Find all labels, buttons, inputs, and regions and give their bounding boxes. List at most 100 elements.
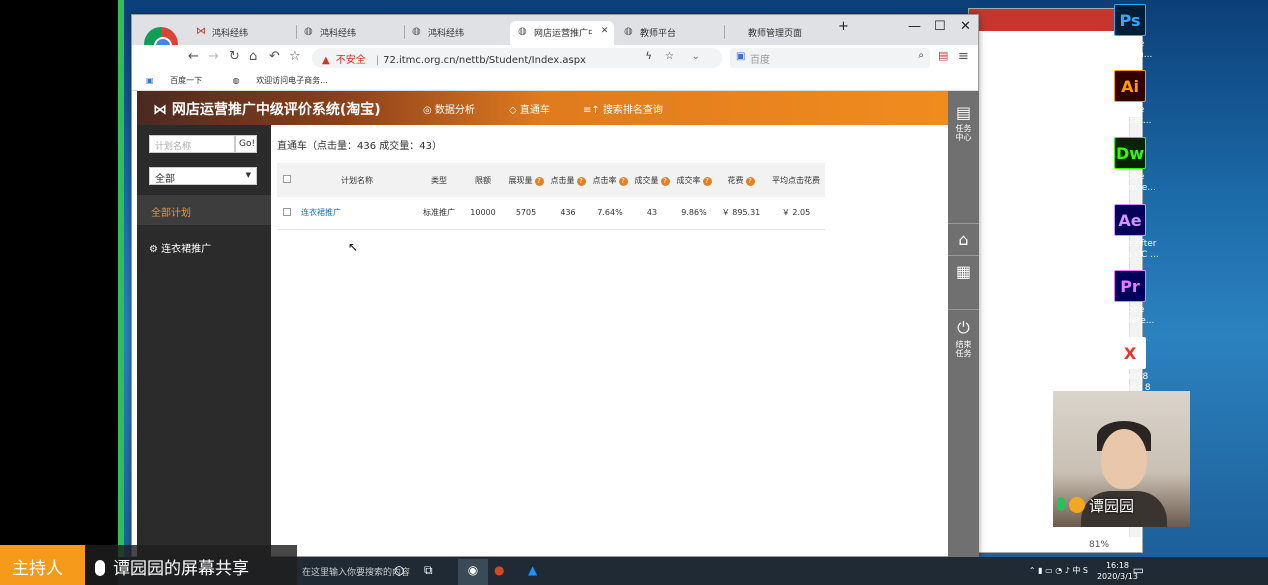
help-icon[interactable]: ?	[576, 176, 586, 186]
presenter-name: 谭园园	[1089, 497, 1135, 515]
illustrator-icon: Ai	[1114, 70, 1146, 102]
zoom-level: 81%	[1089, 540, 1110, 550]
desktop-icon-label: Adobe Illustrat...	[1108, 105, 1152, 126]
plan-filter-select[interactable]: 全部 ▼	[149, 167, 257, 185]
app-title-text: 网店运营推广中级评价系统(淘宝)	[171, 102, 381, 118]
powerpoint-taskbar-icon[interactable]: ●	[494, 563, 504, 577]
app-title: ⋈ 网店运营推广中级评价系统(淘宝)	[153, 99, 381, 119]
tab-label: 鸿科经纬	[320, 29, 357, 39]
help-icon[interactable]: ?	[618, 176, 628, 186]
undo-icon[interactable]: ↶	[269, 49, 280, 64]
home-button[interactable]: ⌂	[948, 223, 979, 249]
desktop-icon-illustrator[interactable]: Ai Adobe Illustrat...	[1098, 70, 1162, 127]
desktop-icon-label: Adobe Dreamwe...	[1104, 172, 1156, 193]
table-header-row: 计划名称 类型 限额 展现量? 点击量? 点击率? 成交量? 成交率? 花费? …	[277, 163, 825, 197]
minimize-button[interactable]: —	[908, 19, 921, 34]
close-window-button[interactable]: ✕	[960, 19, 971, 34]
col-limit: 限额	[461, 163, 505, 197]
nav-search-ranking[interactable]: ≡↑ 搜索排名查询	[583, 101, 663, 116]
desktop-icon-after-effects[interactable]: Ae Adobe After Effects CC ...	[1098, 204, 1162, 261]
page-summary: 直通车（点击量：436 成交量：43）	[277, 141, 442, 152]
col-label: 成交率	[676, 175, 701, 185]
desktop-icon-dreamweaver[interactable]: Dw Adobe Dreamwe...	[1098, 137, 1162, 194]
col-label: 花费	[727, 175, 744, 185]
deals-cell: 43	[631, 197, 673, 230]
desktop-icon-xmind[interactable]: X XMind 8 Update 8	[1098, 337, 1162, 394]
nav-through-train[interactable]: ◇ 直通车	[495, 101, 560, 130]
system-tray[interactable]: ⌃ ▮ ▭ ◔ ♪ 中 S	[1029, 565, 1088, 576]
main-content: 直通车（点击量：436 成交量：43） 计划名称 类型 限额 展现量? 点击量?…	[277, 127, 947, 555]
help-icon[interactable]: ?	[534, 176, 544, 186]
go-button[interactable]: Go!	[235, 135, 257, 153]
search-icon[interactable]: ⌕	[918, 50, 924, 61]
col-plan-name: 计划名称	[297, 163, 417, 197]
bookmark-star-icon[interactable]: ☆	[665, 51, 674, 62]
row-checkbox[interactable]	[277, 197, 297, 230]
globe-icon: ◍	[624, 26, 633, 37]
help-icon[interactable]: ?	[660, 176, 670, 186]
tab-2[interactable]: ◍ 鸿科经纬	[296, 21, 400, 45]
url-text: 72.itmc.org.cn/nettb/Student/Index.aspx	[383, 55, 586, 66]
plan-search-input[interactable]: 计划名称	[149, 135, 235, 153]
filter-value: 全部	[155, 174, 175, 185]
mouse-cursor-icon: ↖	[348, 240, 359, 254]
plan-name-link[interactable]: 连衣裙推广	[301, 208, 341, 217]
col-label: 成交量	[634, 175, 659, 185]
close-tab-icon[interactable]: ✕	[601, 26, 609, 36]
bookmark-baidu[interactable]: ▣ 百度一下	[146, 76, 216, 85]
select-all-checkbox[interactable]	[277, 163, 297, 197]
tag-icon: ◇	[509, 105, 520, 116]
task-view-icon[interactable]: ⧉	[424, 563, 433, 578]
ctr-cell: 7.64%	[589, 197, 631, 230]
star-icon[interactable]: ☆	[289, 49, 301, 64]
conversion-cell: 9.86%	[673, 197, 715, 230]
tab-3[interactable]: ◍ 鸿科经纬	[404, 21, 508, 45]
chevron-down-icon: ▼	[245, 171, 251, 179]
new-tab-button[interactable]: +	[838, 19, 849, 34]
flash-icon[interactable]: ϟ	[645, 51, 652, 62]
premiere-icon: Pr	[1114, 270, 1146, 302]
chrome-taskbar-icon[interactable]: ◉	[458, 559, 488, 585]
sidebar-item-all-plans[interactable]: 全部计划	[137, 195, 271, 225]
limit-cell: 10000	[461, 197, 505, 230]
tab-5[interactable]: ◍ 教师平台	[616, 21, 720, 45]
home-icon[interactable]: ⌂	[249, 49, 257, 64]
reload-icon[interactable]: ↻	[229, 49, 240, 64]
paw-icon: ▣	[736, 51, 746, 62]
address-bar[interactable]: ▲ 不安全 | 72.itmc.org.cn/nettb/Student/Index.…	[312, 48, 722, 68]
host-badge: 主持人	[0, 545, 85, 585]
screen-share-label: 谭园园的屏幕共享	[85, 545, 297, 585]
col-label: 展现量	[508, 175, 533, 185]
paw-icon: ▣	[146, 76, 157, 85]
type-cell: 标准推广	[417, 197, 461, 230]
help-icon[interactable]: ?	[702, 176, 712, 186]
document-button[interactable]: ▦	[948, 255, 979, 281]
extension-icon[interactable]: ▤	[938, 49, 948, 62]
desktop-icon-premiere[interactable]: Pr Adobe Premiere...	[1098, 270, 1162, 327]
col-label: 点击率	[592, 175, 617, 185]
meeting-taskbar-icon[interactable]: ▲	[528, 563, 537, 577]
search-engine-box[interactable]: ▣ 百度 ⌕	[730, 48, 930, 68]
tab-active[interactable]: ◍ 网店运营推广中级 ✕	[510, 21, 614, 45]
notification-icon[interactable]: ▭	[1133, 563, 1144, 577]
chevron-down-icon[interactable]: ⌄	[692, 51, 700, 62]
cortana-icon[interactable]: ○	[394, 563, 404, 577]
task-center-button[interactable]: ▤ 任务中心	[948, 103, 979, 142]
nav-data-analysis[interactable]: ◎ 数据分析	[423, 101, 475, 116]
nav-label: 搜索排名查询	[602, 105, 663, 116]
maximize-button[interactable]: ☐	[934, 19, 946, 34]
desktop-icon-photoshop[interactable]: Ps Adobe Photosh...	[1098, 4, 1162, 61]
sidebar-item-dress-promo[interactable]: ⚙ 连衣裙推广	[137, 235, 271, 259]
back-icon[interactable]: ←	[188, 49, 199, 64]
forward-icon[interactable]: →	[208, 49, 219, 64]
share-label-text: 谭园园的屏幕共享	[113, 559, 249, 579]
tab-1[interactable]: ⋈ 鸿科经纬	[188, 21, 288, 45]
help-icon[interactable]: ?	[745, 176, 755, 186]
tab-6[interactable]: 教师管理页面	[724, 21, 828, 45]
tab-label: 网店运营推广中级	[534, 29, 592, 39]
end-task-button[interactable]: ⏻ 结束任务	[948, 309, 979, 358]
gear-icon: ⚙	[149, 244, 162, 255]
blank-page-icon	[732, 27, 742, 37]
menu-icon[interactable]: ≡	[958, 49, 969, 64]
bookmark-ecommerce[interactable]: ◍ 欢迎访问电子商务...	[233, 76, 342, 85]
